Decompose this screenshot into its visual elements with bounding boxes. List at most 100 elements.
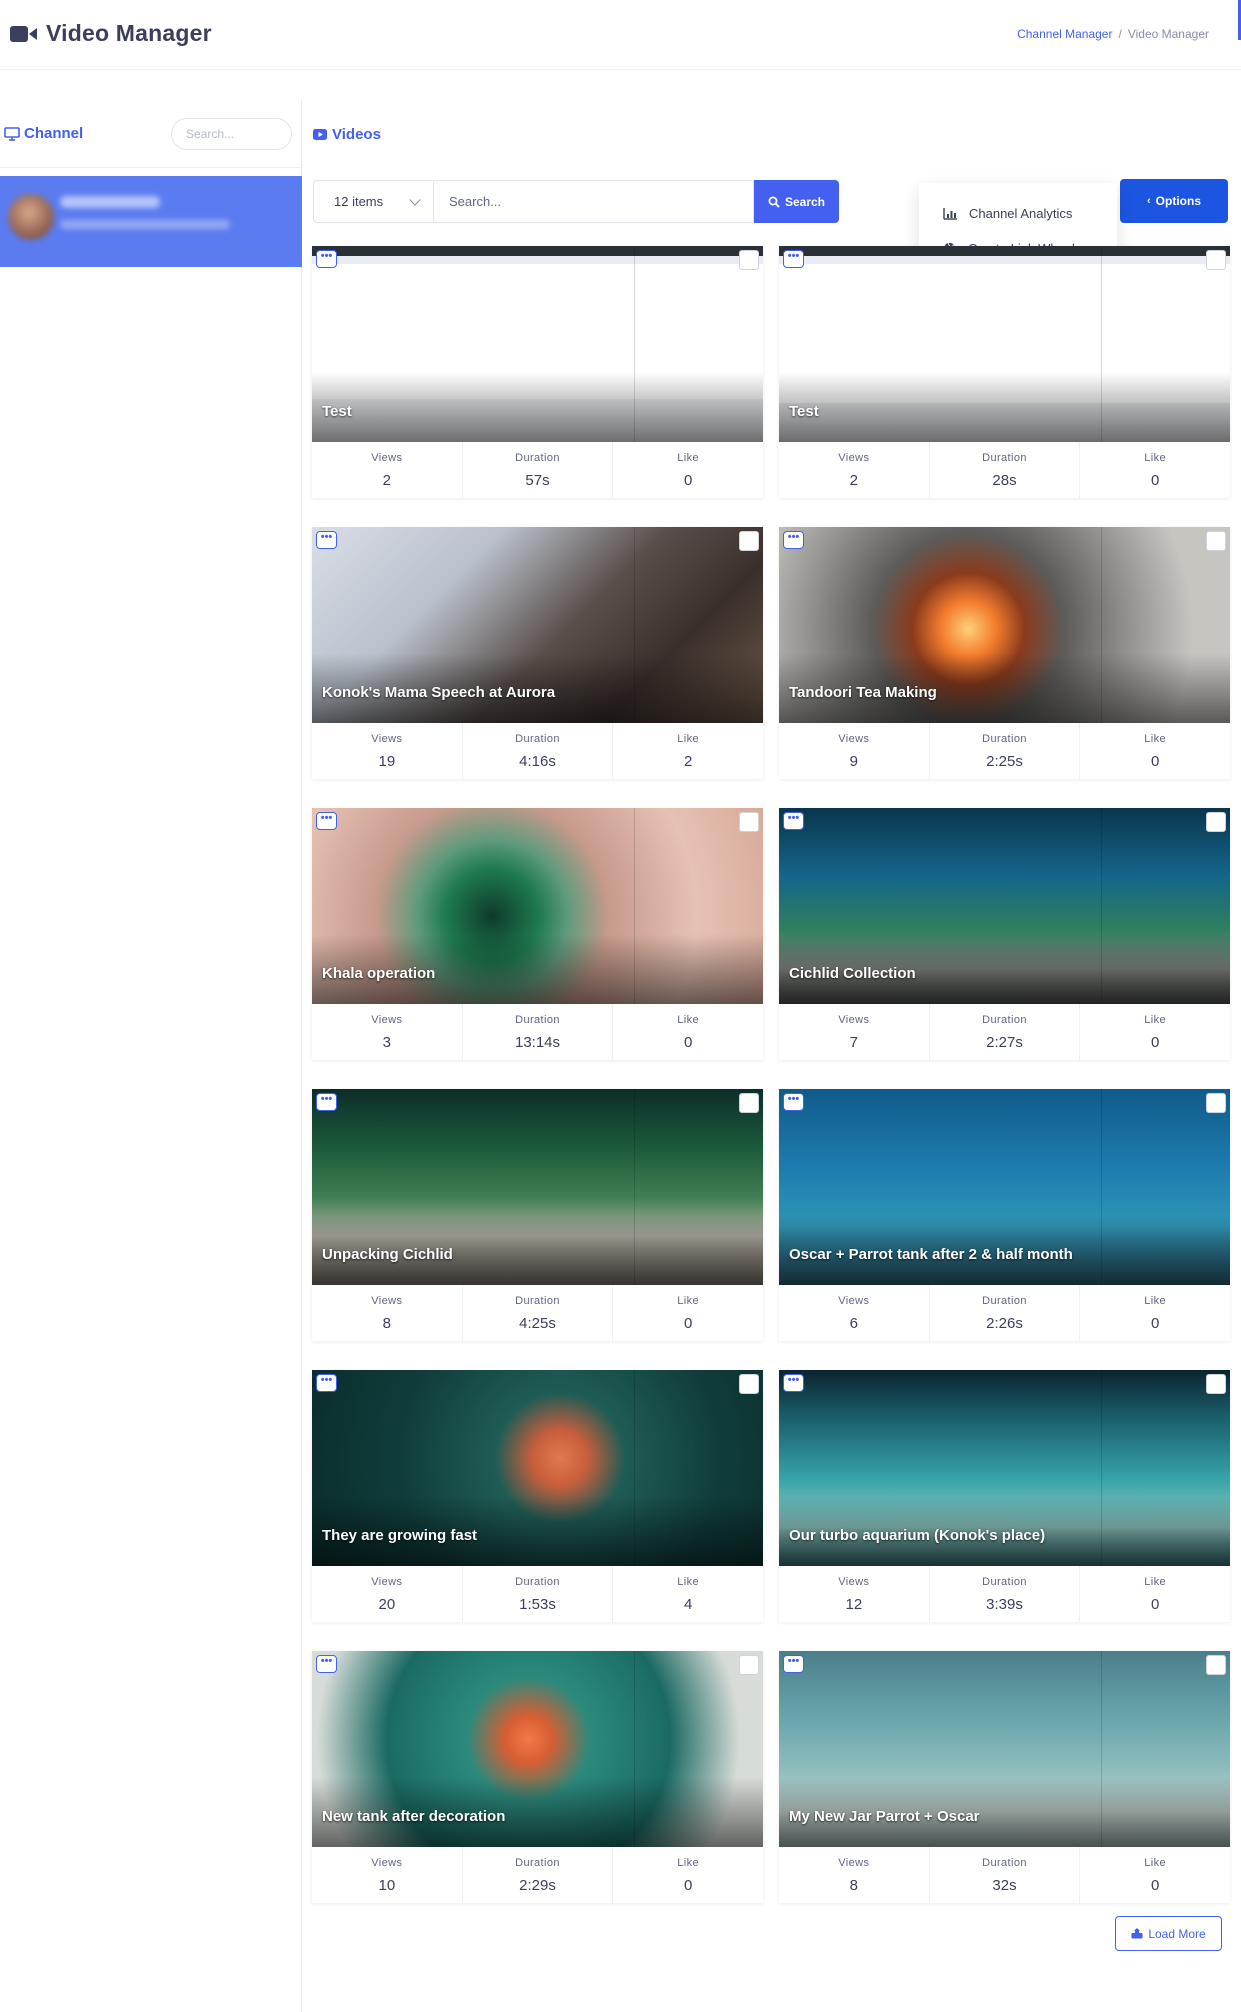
stat-views: Views 19 [312,723,463,779]
stat-views: Views 12 [779,1566,930,1622]
more-options-icon[interactable]: ••• [783,1093,804,1111]
stat-label: Views [371,1294,403,1307]
video-stats: Views 10 Duration 2:29s Like 0 [312,1847,763,1903]
video-stats: Views 8 Duration 4:25s Like 0 [312,1285,763,1341]
stat-value: 0 [1151,471,1160,489]
channel-search-input[interactable]: Search... [171,118,292,150]
video-card[interactable]: They are growing fast ••• Views 20 Duration 1… [312,1370,763,1622]
video-thumbnail[interactable]: Unpacking Cichlid ••• [312,1089,763,1285]
video-card[interactable]: Oscar + Parrot tank after 2 & half month… [779,1089,1230,1341]
video-card[interactable]: New tank after decoration ••• Views 10 Durat… [312,1651,763,1903]
select-checkbox[interactable] [1206,1093,1226,1113]
video-card[interactable]: Tandoori Tea Making ••• Views 9 Duration 2:25… [779,527,1230,779]
select-checkbox[interactable] [739,531,759,551]
stat-like: Like 2 [613,723,763,779]
stat-views: Views 9 [779,723,930,779]
stat-views: Views 8 [312,1285,463,1341]
select-checkbox[interactable] [739,1655,759,1675]
more-options-icon[interactable]: ••• [783,1374,804,1392]
video-card[interactable]: Unpacking Cichlid ••• Views 8 Duration 4:25s L… [312,1089,763,1341]
options-button[interactable]: ‹ Options [1120,179,1228,223]
more-options-icon[interactable]: ••• [316,1093,337,1111]
stat-value: 2 [382,471,391,489]
more-options-icon[interactable]: ••• [316,1655,337,1673]
stat-label: Like [1144,1575,1167,1588]
select-checkbox[interactable] [1206,531,1226,551]
stat-label: Like [1144,1856,1167,1869]
stat-label: Like [1144,1294,1167,1307]
video-thumbnail[interactable]: Tandoori Tea Making ••• [779,527,1230,723]
video-card[interactable]: Konok's Mama Speech at Aurora ••• Views 19 D… [312,527,763,779]
video-card[interactable]: Our turbo aquarium (Konok's place) ••• Vie… [779,1370,1230,1622]
video-card[interactable]: Cichlid Collection ••• Views 7 Duration 2:27s… [779,808,1230,1060]
stat-value: 7 [849,1033,858,1051]
video-thumbnail[interactable]: Oscar + Parrot tank after 2 & half month… [779,1089,1230,1285]
select-checkbox[interactable] [1206,1374,1226,1394]
video-thumbnail[interactable]: New tank after decoration ••• [312,1651,763,1847]
videos-panel: Videos 12 items Search... Search ‹ Optio… [303,100,1241,2012]
video-stats: Views 2 Duration 57s Like 0 [312,442,763,498]
video-title: Oscar + Parrot tank after 2 & half month [789,1246,1073,1263]
video-thumbnail[interactable]: Khala operation ••• [312,808,763,1004]
breadcrumb-channel-manager[interactable]: Channel Manager [1017,27,1112,41]
video-thumbnail[interactable]: Cichlid Collection ••• [779,808,1230,1004]
stat-label: Duration [515,1856,560,1869]
stat-label: Like [677,1856,700,1869]
stat-label: Views [838,451,870,464]
stat-duration: Duration 57s [463,442,614,498]
video-thumbnail[interactable]: My New Jar Parrot + Oscar ••• [779,1651,1230,1847]
stat-duration: Duration 4:25s [463,1285,614,1341]
stat-like: Like 0 [1080,1566,1230,1622]
load-more-button[interactable]: Load More [1115,1916,1222,1951]
search-button[interactable]: Search [754,180,839,223]
video-card[interactable]: Khala operation ••• Views 3 Duration 13:14s Li… [312,808,763,1060]
video-thumbnail[interactable]: Our turbo aquarium (Konok's place) ••• [779,1370,1230,1566]
more-options-icon[interactable]: ••• [783,1655,804,1673]
top-header: Video Manager Channel Manager / Video Mana… [0,0,1241,70]
select-checkbox[interactable] [1206,250,1226,270]
stat-value: 3:39s [986,1595,1023,1613]
video-card[interactable]: Test ••• Views 2 Duration 57s Like 0 [312,246,763,498]
stat-value: 0 [1151,752,1160,770]
stat-value: 2 [849,471,858,489]
more-options-icon[interactable]: ••• [316,250,337,268]
more-options-icon[interactable]: ••• [783,812,804,830]
video-stats: Views 7 Duration 2:27s Like 0 [779,1004,1230,1060]
select-checkbox[interactable] [739,1374,759,1394]
stat-like: Like 0 [1080,1285,1230,1341]
select-checkbox[interactable] [1206,1655,1226,1675]
more-options-icon[interactable]: ••• [783,250,804,268]
select-checkbox[interactable] [739,812,759,832]
stat-value: 4:16s [519,752,556,770]
more-options-icon[interactable]: ••• [316,812,337,830]
stat-label: Views [371,451,403,464]
stat-label: Like [1144,732,1167,745]
stat-views: Views 2 [312,442,463,498]
video-stats: Views 9 Duration 2:25s Like 0 [779,723,1230,779]
select-checkbox[interactable] [739,1093,759,1113]
video-title: Unpacking Cichlid [322,1246,453,1263]
video-thumbnail[interactable]: Test ••• [312,246,763,442]
more-options-icon[interactable]: ••• [316,1374,337,1392]
more-options-icon[interactable]: ••• [783,531,804,549]
select-checkbox[interactable] [739,250,759,270]
stat-label: Like [677,451,700,464]
video-thumbnail[interactable]: Test ••• [779,246,1230,442]
stat-views: Views 7 [779,1004,930,1060]
video-search-input[interactable]: Search... [433,180,754,223]
menu-item-channel-analytics[interactable]: Channel Analytics [919,196,1117,231]
stat-label: Duration [982,732,1027,745]
more-options-icon[interactable]: ••• [316,531,337,549]
video-title: Konok's Mama Speech at Aurora [322,684,556,701]
select-checkbox[interactable] [1206,812,1226,832]
stat-label: Like [677,1013,700,1026]
stat-like: Like 4 [613,1566,763,1622]
video-card[interactable]: My New Jar Parrot + Oscar ••• Views 8 Durati… [779,1651,1230,1903]
video-thumbnail[interactable]: They are growing fast ••• [312,1370,763,1566]
stat-value: 13:14s [514,1033,561,1051]
video-card[interactable]: Test ••• Views 2 Duration 28s Like 0 [779,246,1230,498]
items-per-page-select[interactable]: 12 items [313,180,433,223]
filter-bar: 12 items Search... Search [313,180,839,223]
video-thumbnail[interactable]: Konok's Mama Speech at Aurora ••• [312,527,763,723]
channel-list-item[interactable] [0,176,302,267]
